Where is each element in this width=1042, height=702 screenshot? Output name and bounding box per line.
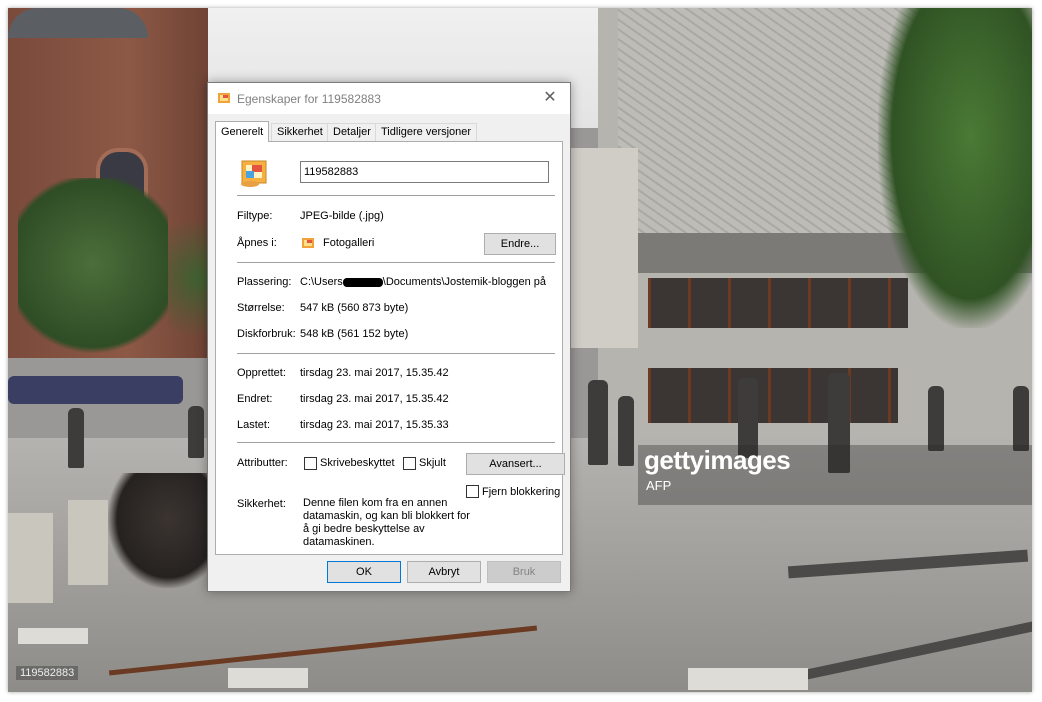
person — [928, 386, 944, 451]
location-suffix: \Documents\Jostemik-bloggen på G — [382, 276, 547, 288]
bus — [8, 376, 183, 404]
modified-value: tirsdag 23. mai 2017, 15.35.42 — [300, 393, 449, 405]
person — [188, 406, 204, 458]
accessed-label: Lastet: — [237, 419, 271, 431]
close-icon: ✕ — [543, 89, 557, 106]
size-label: Størrelse: — [237, 302, 285, 314]
getty-watermark: gettyimages AFP — [638, 445, 1032, 505]
cancel-button[interactable]: Avbryt — [407, 561, 481, 583]
filetype-label: Filtype: — [237, 210, 273, 222]
tree — [878, 8, 1032, 328]
apply-button[interactable]: Bruk — [487, 561, 561, 583]
disk-usage-value: 548 kB (561 152 byte) — [300, 328, 409, 340]
security-message: Denne filen kom fra en annen datamaskin,… — [303, 497, 470, 548]
tab-sikkerhet[interactable]: Sikkerhet — [271, 123, 329, 141]
building-windows — [648, 278, 908, 328]
photo-id-label: 119582883 — [16, 666, 79, 680]
person — [1013, 386, 1029, 451]
security-label: Sikkerhet: — [237, 498, 286, 510]
debris — [688, 668, 808, 690]
file-name-input[interactable]: 119582883 — [300, 161, 549, 183]
title-bar[interactable]: Egenskaper for 119582883 ✕ — [208, 83, 570, 114]
modified-label: Endret: — [237, 393, 273, 405]
photo-file-icon — [218, 93, 230, 103]
created-value: tirsdag 23. mai 2017, 15.35.42 — [300, 367, 449, 379]
jpeg-file-icon — [241, 160, 267, 187]
photo-app-icon — [302, 238, 314, 248]
tab-tidligere-versjoner[interactable]: Tidligere versjoner — [375, 123, 478, 141]
divider — [237, 353, 555, 354]
general-panel: 119582883 Filtype: JPEG-bilde (.jpg) Åpn… — [215, 141, 565, 555]
ok-button[interactable]: OK — [327, 561, 401, 583]
debris — [18, 628, 88, 644]
dialog-title: Egenskaper for 119582883 — [237, 92, 381, 106]
divider — [237, 262, 555, 263]
debris — [228, 668, 308, 688]
location-value[interactable]: C:\Users \Documents\Jostemik-bloggen på G — [300, 276, 547, 288]
disk-usage-label: Diskforbruk: — [237, 328, 296, 340]
hidden-checkbox[interactable] — [403, 457, 416, 470]
concrete-block — [68, 500, 108, 585]
attributes-label: Attributter: — [237, 457, 288, 469]
location-label: Plassering: — [237, 276, 292, 288]
tab-detaljer[interactable]: Detaljer — [327, 123, 377, 141]
watermark-credit: AFP — [646, 478, 672, 493]
tab-generelt[interactable]: Generelt — [215, 121, 270, 142]
hidden-label[interactable]: Skjult — [419, 457, 446, 469]
church-roof — [8, 8, 148, 38]
readonly-checkbox[interactable] — [304, 457, 317, 470]
person — [618, 396, 634, 466]
filetype-value: JPEG-bilde (.jpg) — [300, 210, 384, 222]
opens-with-label: Åpnes i: — [237, 237, 277, 249]
divider — [237, 442, 555, 443]
distant-building — [568, 148, 638, 348]
person — [68, 408, 84, 468]
advanced-button[interactable]: Avansert... — [466, 453, 565, 475]
change-button[interactable]: Endre... — [484, 233, 556, 255]
location-prefix: C:\Users — [300, 276, 343, 288]
unblock-label[interactable]: Fjern blokkering — [482, 486, 560, 498]
accessed-value: tirsdag 23. mai 2017, 15.35.33 — [300, 419, 449, 431]
created-label: Opprettet: — [237, 367, 286, 379]
properties-dialog: Egenskaper for 119582883 ✕ Generelt Sikk… — [207, 82, 571, 592]
watermark-brand: gettyimages — [644, 445, 791, 475]
concrete-block — [8, 513, 53, 603]
redacted-username — [342, 277, 383, 287]
person — [588, 380, 608, 465]
tree — [18, 178, 168, 368]
size-value: 547 kB (560 873 byte) — [300, 302, 409, 314]
close-button[interactable]: ✕ — [538, 87, 562, 109]
opens-with-value: Fotogalleri — [323, 237, 375, 249]
readonly-label[interactable]: Skrivebeskyttet — [320, 457, 395, 469]
divider — [237, 195, 555, 196]
building-windows — [648, 368, 898, 423]
